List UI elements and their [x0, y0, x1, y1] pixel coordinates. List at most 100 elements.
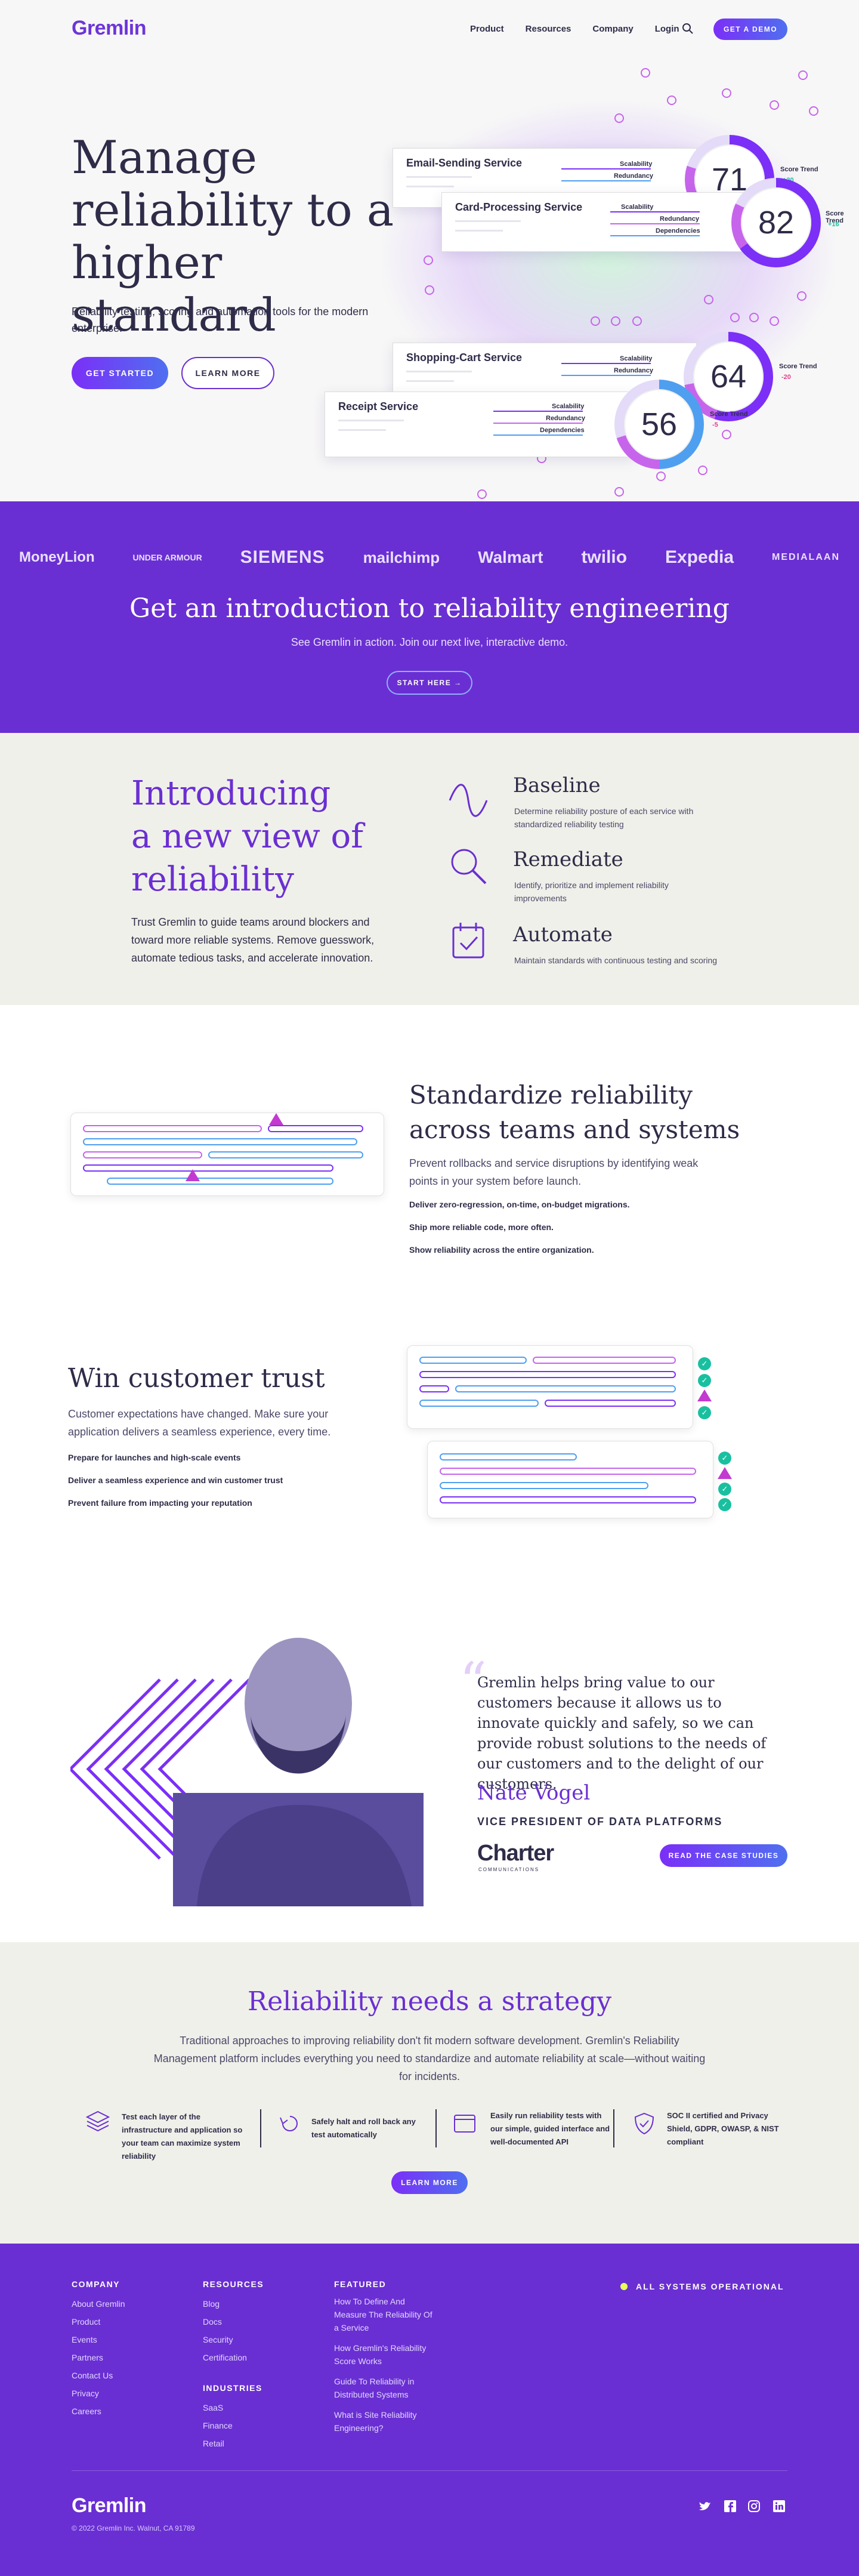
- metric-label: Dependencies: [540, 427, 585, 434]
- test-bar: [440, 1453, 577, 1460]
- metric-bar: [561, 375, 651, 376]
- footer-gremlin-logo[interactable]: Gremlin: [72, 2494, 146, 2518]
- metric-bar: [610, 235, 700, 236]
- dot-decoration: [641, 68, 650, 78]
- dot-decoration: [667, 95, 676, 105]
- standardize-point: Ship more reliable code, more often.: [409, 1222, 554, 1232]
- strategy-section: Reliability needs a strategy Traditional…: [0, 1942, 859, 2244]
- feature-desc: Maintain standards with continuous testi…: [514, 956, 718, 965]
- magnifier-icon: [447, 845, 489, 887]
- footer-link[interactable]: About Gremlin: [72, 2295, 125, 2313]
- test-bar: [83, 1164, 333, 1172]
- system-status[interactable]: ALL SYSTEMS OPERATIONAL: [636, 2282, 784, 2291]
- footer-resources-column: RESOURCES Blog Docs Security Certificati…: [203, 2279, 264, 2452]
- footer-link[interactable]: Docs: [203, 2313, 264, 2331]
- nav-resources[interactable]: Resources: [526, 24, 571, 34]
- footer-heading: INDUSTRIES: [203, 2383, 262, 2393]
- footer-link[interactable]: Blog: [203, 2295, 264, 2313]
- status-dot-icon: [620, 2283, 628, 2290]
- charter-logo: Charter: [477, 1841, 554, 1866]
- test-bar: [419, 1357, 527, 1364]
- get-demo-button[interactable]: GET A DEMO: [713, 19, 787, 40]
- nav-login[interactable]: Login: [655, 24, 679, 34]
- footer: COMPANY About Gremlin Product Events Par…: [0, 2244, 859, 2576]
- logo-medialaan: MEDIALAAN: [772, 552, 840, 562]
- test-bar: [440, 1468, 696, 1475]
- service-card-title: Shopping-Cart Service: [406, 352, 523, 363]
- nav-company[interactable]: Company: [592, 24, 633, 34]
- start-here-button[interactable]: START HERE →: [387, 671, 472, 695]
- footer-link[interactable]: Retail: [203, 2435, 264, 2452]
- twitter-icon[interactable]: [698, 2499, 712, 2513]
- metric-bar: [610, 211, 700, 212]
- search-icon[interactable]: [682, 23, 694, 35]
- footer-link[interactable]: Events: [72, 2331, 125, 2349]
- hero-subtitle: Reliability testing, scoring and automat…: [72, 306, 369, 334]
- trust-illustration: [427, 1441, 713, 1518]
- strategy-item: Safely halt and roll back any test autom…: [311, 2117, 416, 2139]
- footer-link[interactable]: SaaS: [203, 2399, 264, 2417]
- service-card-title: Card-Processing Service: [455, 201, 583, 213]
- divider: [613, 2109, 614, 2147]
- score-ring: 56: [614, 380, 704, 469]
- placeholder-line: [455, 230, 503, 232]
- hero-title-line: Manage: [72, 131, 258, 184]
- learn-more-button[interactable]: LEARN MORE: [181, 357, 274, 389]
- linkedin-icon[interactable]: [772, 2499, 786, 2513]
- footer-link[interactable]: What is Site Reliability Engineering?: [334, 2408, 435, 2435]
- service-card: Receipt Service Scalability Redundancy D…: [325, 392, 635, 457]
- dot-decoration: [591, 316, 600, 326]
- footer-link[interactable]: Careers: [72, 2402, 125, 2420]
- test-bar: [107, 1178, 333, 1185]
- copyright: © 2022 Gremlin Inc. Walnut, CA 91789: [72, 2524, 195, 2532]
- trust-point: Prepare for launches and high-scale even…: [68, 1453, 241, 1462]
- score-value: 64: [693, 341, 764, 412]
- instagram-icon[interactable]: [747, 2499, 761, 2513]
- dot-decoration: [730, 313, 740, 322]
- testimonial-section: “ Gremlin helps bring value to our custo…: [0, 1578, 859, 1942]
- metric-label: Redundancy: [614, 367, 654, 374]
- check-icon: ✓: [718, 1498, 731, 1511]
- test-bar: [208, 1151, 363, 1158]
- metric-bar: [561, 180, 651, 181]
- footer-link[interactable]: Guide To Reliability in Distributed Syst…: [334, 2375, 435, 2401]
- get-started-button[interactable]: GET STARTED: [72, 357, 168, 389]
- calendar-check-icon: [447, 919, 489, 961]
- footer-link[interactable]: Privacy: [72, 2384, 125, 2402]
- footer-link[interactable]: Product: [72, 2313, 125, 2331]
- service-card: Card-Processing Service Scalability Redu…: [441, 192, 752, 252]
- test-bar: [440, 1482, 648, 1489]
- standardize-point: Show reliability across the entire organ…: [409, 1245, 594, 1255]
- test-bar: [419, 1400, 539, 1407]
- quote-role: VICE PRESIDENT OF DATA PLATFORMS: [477, 1816, 723, 1828]
- score-trend-value: +16: [828, 221, 839, 228]
- footer-link[interactable]: How Gremlin's Reliability Score Works: [334, 2341, 435, 2368]
- logo-under-armour: UNDER ARMOUR: [132, 553, 202, 562]
- logo-expedia: Expedia: [665, 547, 734, 567]
- footer-link[interactable]: Finance: [203, 2417, 264, 2435]
- footer-link[interactable]: Certification: [203, 2349, 264, 2367]
- gremlin-logo[interactable]: Gremlin: [72, 17, 146, 40]
- customer-logos: MoneyLion UNDER ARMOUR SIEMENS mailchimp…: [0, 546, 859, 569]
- feature-section: Standardize reliability across teams and…: [0, 1005, 859, 1578]
- metric-label: Redundancy: [660, 215, 700, 223]
- strategy-body: Traditional approaches to improving reli…: [153, 2035, 706, 2082]
- score-trend-label: Score Trend: [780, 166, 818, 173]
- hero-section: Gremlin Product Resources Company Login …: [0, 0, 859, 501]
- layers-icon: [85, 2109, 110, 2133]
- new-view-body: Trust Gremlin to guide teams around bloc…: [131, 916, 375, 964]
- footer-link[interactable]: Partners: [72, 2349, 125, 2367]
- footer-link[interactable]: How To Define And Measure The Reliabilit…: [334, 2295, 435, 2334]
- score-value: 56: [624, 389, 694, 460]
- logo-moneylion: MoneyLion: [18, 549, 95, 565]
- case-studies-button[interactable]: READ THE CASE STUDIES: [660, 1844, 787, 1867]
- placeholder-line: [406, 371, 472, 372]
- facebook-icon[interactable]: [723, 2499, 737, 2513]
- footer-link[interactable]: Security: [203, 2331, 264, 2349]
- metric-label: Scalability: [620, 161, 653, 168]
- footer-link[interactable]: Contact Us: [72, 2367, 125, 2384]
- test-bar: [268, 1125, 363, 1132]
- check-icon: ✓: [718, 1483, 731, 1496]
- strategy-learn-more-button[interactable]: LEARN MORE: [391, 2171, 468, 2194]
- nav-product[interactable]: Product: [470, 24, 504, 34]
